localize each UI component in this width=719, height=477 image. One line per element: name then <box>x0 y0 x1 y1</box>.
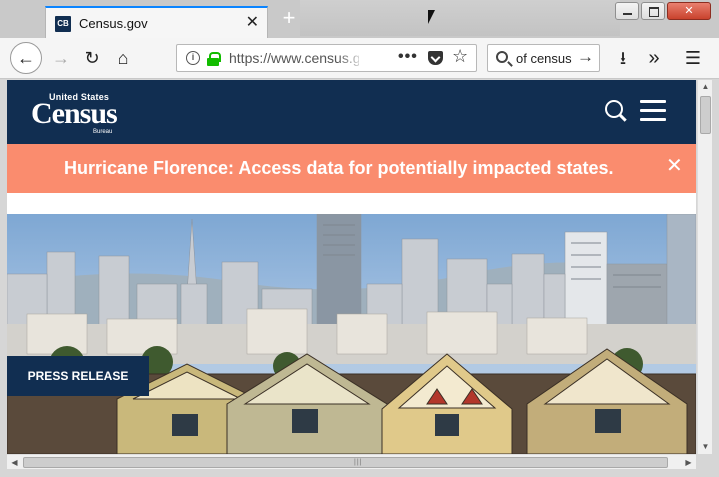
window-maximize-button[interactable] <box>641 2 665 20</box>
window-frame-bottom <box>0 469 719 477</box>
logo-census: Census <box>31 97 118 130</box>
url-bar[interactable]: i https://www.census.g ••• ☆ <box>176 44 477 72</box>
site-header: United States Census Bureau <box>7 80 696 144</box>
mouse-cursor-icon <box>428 10 435 24</box>
menu-line <box>640 118 666 121</box>
horizontal-scrollbar[interactable]: ◀ ||| ▶ <box>7 454 696 469</box>
reload-button[interactable]: ↻ <box>78 44 106 72</box>
tab-title: Census.gov <box>79 16 148 31</box>
scroll-down-arrow-icon[interactable]: ▼ <box>698 440 713 454</box>
new-tab-button[interactable]: + <box>278 7 300 29</box>
alert-text[interactable]: Hurricane Florence: Access data for pote… <box>64 158 614 179</box>
vertical-scroll-thumb[interactable] <box>700 96 711 134</box>
site-info-icon[interactable]: i <box>186 51 200 65</box>
title-bar: CB Census.gov ✕ + <box>0 0 719 38</box>
hamburger-menu-button[interactable]: ☰ <box>679 44 707 72</box>
window-close-button[interactable] <box>667 2 711 20</box>
search-go-icon[interactable]: → <box>577 47 594 67</box>
horizontal-scroll-thumb[interactable]: ||| <box>23 457 668 468</box>
navigation-toolbar: ← → ↻ ⌂ i https://www.census.g ••• ☆ of … <box>0 38 719 79</box>
site-search-icon[interactable] <box>605 100 627 122</box>
overflow-menu-button[interactable]: » <box>640 44 668 72</box>
download-button[interactable]: ⭳ <box>609 44 637 72</box>
vertical-scrollbar[interactable]: ▲ ▼ <box>697 80 712 454</box>
site-menu-icon[interactable] <box>640 100 666 122</box>
logo-bureau: Bureau <box>93 129 113 135</box>
window-minimize-button[interactable] <box>615 2 639 20</box>
hero-image[interactable]: PRESS RELEASE <box>7 214 696 454</box>
census-favicon-icon: CB <box>55 16 71 32</box>
menu-line <box>640 109 666 112</box>
back-button[interactable]: ← <box>10 42 42 74</box>
scroll-grip: ||| <box>354 459 363 466</box>
scroll-right-arrow-icon[interactable]: ▶ <box>681 455 696 470</box>
title-bar-background <box>300 0 620 36</box>
tab-close-icon[interactable]: ✕ <box>246 13 259 33</box>
forward-button[interactable]: → <box>47 44 75 72</box>
bookmark-star-icon[interactable]: ☆ <box>452 46 468 67</box>
search-bar[interactable]: of census → <box>487 44 600 72</box>
search-input[interactable]: of census <box>516 51 572 66</box>
city-skyline-image <box>7 214 696 454</box>
url-fade <box>337 47 367 69</box>
alert-close-icon[interactable]: ✕ <box>666 156 683 176</box>
pocket-icon[interactable] <box>428 51 443 65</box>
page-viewport: United States Census Bureau Hurricane Fl… <box>7 80 696 454</box>
page-actions-icon[interactable]: ••• <box>398 48 418 66</box>
scroll-up-arrow-icon[interactable]: ▲ <box>698 80 713 94</box>
menu-line <box>640 100 666 103</box>
tab-census[interactable]: CB Census.gov ✕ <box>45 6 268 38</box>
press-release-badge[interactable]: PRESS RELEASE <box>7 356 149 396</box>
alert-banner[interactable]: Hurricane Florence: Access data for pote… <box>7 144 696 193</box>
search-icon <box>496 51 508 63</box>
lock-icon <box>207 52 221 66</box>
scroll-left-arrow-icon[interactable]: ◀ <box>7 455 22 470</box>
home-button[interactable]: ⌂ <box>109 44 137 72</box>
